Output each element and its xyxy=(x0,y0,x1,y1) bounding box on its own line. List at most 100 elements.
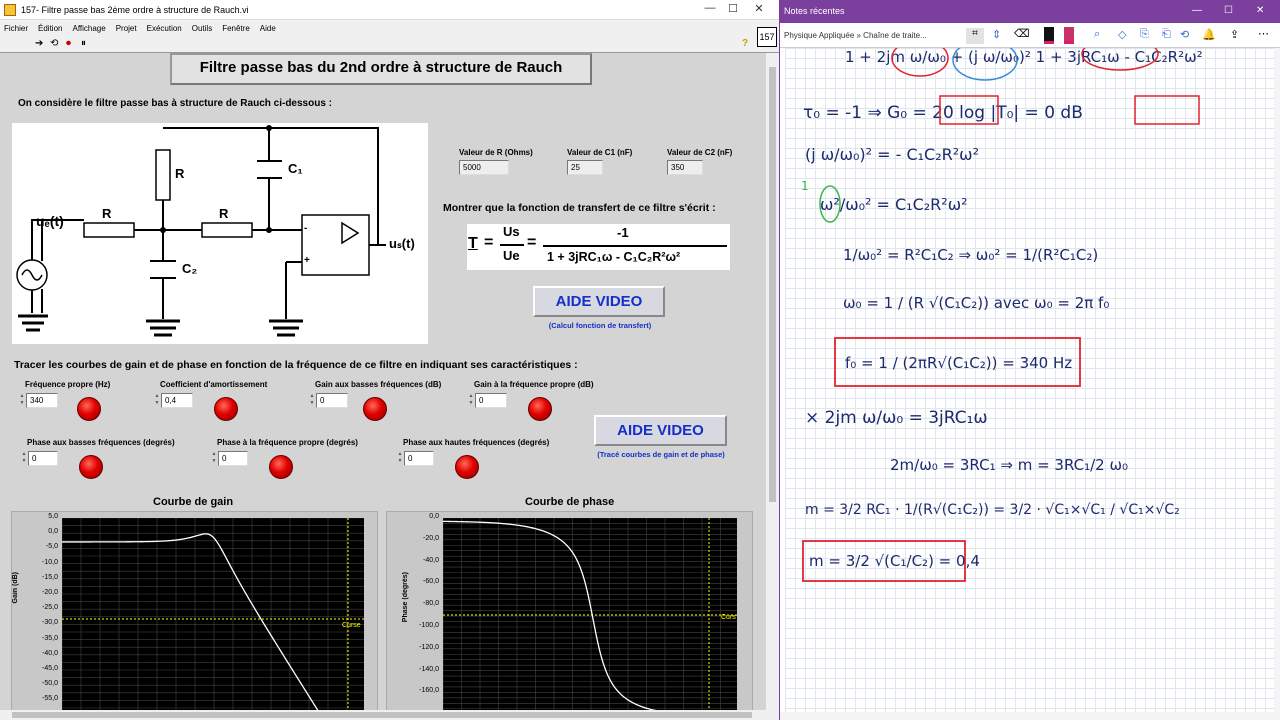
gain-bf-spinner[interactable]: ▲ ▼ xyxy=(309,393,315,408)
coef-amort-led xyxy=(214,397,238,421)
note-line-7: × 2jm ω/ω₀ = 3jRC₁ω xyxy=(805,408,988,428)
onenote-page[interactable]: 1 + 2jm ω/ω₀ + (j ω/ω₀)² 1 + 3jRC₁ω - C₁… xyxy=(785,48,1274,712)
rauch-circuit-diagram: R R R C₁ C₂ uₑ(t) uₛ(t) - + xyxy=(12,123,428,344)
ytick-label: -60,0 xyxy=(423,578,439,586)
ink-to-text-icon[interactable]: ⎘ xyxy=(1140,28,1149,41)
run-arrow-icon[interactable]: ➔ xyxy=(35,39,43,49)
lasso-icon[interactable]: ⌗ xyxy=(966,28,984,44)
shapes-icon[interactable]: ◇ xyxy=(1118,28,1126,41)
abort-icon[interactable]: ⏺ xyxy=(66,39,71,49)
menu-edition[interactable]: Édition xyxy=(38,24,62,33)
ytick-label: -30,0 xyxy=(42,619,58,627)
onenote-minimize-button[interactable]: — xyxy=(1192,5,1202,16)
phase-graph: Phase (degrés) 0,0 -20,0 -40,0 -60,0 -80,0 -1… xyxy=(386,511,753,713)
run-continuously-icon[interactable]: ⟲ xyxy=(50,39,58,49)
maximize-button[interactable]: ☐ xyxy=(723,2,743,15)
ytick-label: 0,0 xyxy=(48,528,58,536)
notification-bell-icon[interactable]: 🔔 xyxy=(1202,28,1216,41)
phase-f0-spinner[interactable]: ▲ ▼ xyxy=(211,451,217,466)
pause-icon[interactable]: ⏸ xyxy=(81,39,86,49)
ytick-label: -50,0 xyxy=(42,680,58,688)
panel-horizontal-scrollbar[interactable] xyxy=(0,710,779,720)
onenote-toolbar: Physique Appliquée » Chaîne de traite...… xyxy=(780,23,1280,48)
onenote-breadcrumb[interactable]: Physique Appliquée » Chaîne de traite... xyxy=(784,31,927,40)
phase-graph-title: Courbe de phase xyxy=(525,496,615,508)
menu-fichier[interactable]: Fichier xyxy=(4,24,28,33)
ink-to-math-icon[interactable]: ⎗ xyxy=(1162,28,1171,41)
menu-execution[interactable]: Exécution xyxy=(147,24,182,33)
phase-bf-input[interactable]: 0 xyxy=(28,451,58,466)
vi-icon xyxy=(4,3,16,16)
note-top-line: 1 + 2jm ω/ω₀ + (j ω/ω₀)² 1 + 3jRC₁ω - C₁… xyxy=(845,48,1203,66)
phase-f0-led xyxy=(269,455,293,479)
more-options-icon[interactable]: ⋯ xyxy=(1258,27,1269,40)
aide-video-button-2[interactable]: AIDE VIDEO xyxy=(594,415,727,446)
gain-f0-input[interactable]: 0 xyxy=(475,393,507,408)
ytick-label: -40,0 xyxy=(423,556,439,564)
coef-amort-spinner[interactable]: ▲ ▼ xyxy=(154,393,160,408)
c2-input[interactable]: 350 xyxy=(667,160,703,175)
ytick-label: 0,0 xyxy=(429,513,439,520)
gain-f0-spinner[interactable]: ▲ ▼ xyxy=(468,393,474,408)
opamp-minus: - xyxy=(304,223,308,234)
label-c1: C₁ xyxy=(288,161,303,176)
phase-hf-input[interactable]: 0 xyxy=(404,451,434,466)
ruler-icon[interactable]: ⌕ xyxy=(1094,28,1100,41)
add-space-icon[interactable]: ⇕ xyxy=(992,28,1001,41)
freq-propre-led xyxy=(77,397,101,421)
labview-menubar: Fichier Édition Affichage Projet Exécuti… xyxy=(0,20,779,36)
aide-video-button-1[interactable]: AIDE VIDEO xyxy=(533,286,665,317)
ytick-label: -80,0 xyxy=(423,600,439,608)
pen-black-icon[interactable] xyxy=(1044,27,1054,44)
onenote-vertical-scrollbar[interactable] xyxy=(1274,48,1280,712)
resistor-r3 xyxy=(155,149,171,201)
vi-number-icon: 157 xyxy=(757,27,777,47)
transfer-function-formula: T = Us Ue = -1 1 + 3jRC₁ω - C₁C₂R²ω² xyxy=(467,224,730,270)
capacitor-c1 xyxy=(257,160,282,179)
menu-affichage[interactable]: Affichage xyxy=(72,24,105,33)
labview-window: 157- Filtre passe bas 2ème ordre à struc… xyxy=(0,0,779,720)
opamp-plus: + xyxy=(304,255,310,266)
onenote-window: Notes récentes — ☐ ✕ Physique Appliquée … xyxy=(779,0,1280,720)
onenote-maximize-button[interactable]: ☐ xyxy=(1224,5,1233,16)
freq-propre-spinner[interactable]: ▲ ▼ xyxy=(19,393,25,408)
menu-aide[interactable]: Aide xyxy=(260,24,276,33)
r-input[interactable]: 5000 xyxy=(459,160,509,175)
panel-title: Filtre passe bas du 2nd ordre à structur… xyxy=(170,53,592,85)
phase-hf-spinner[interactable]: ▲ ▼ xyxy=(397,451,403,466)
c1-input[interactable]: 25 xyxy=(567,160,603,175)
minimize-button[interactable]: — xyxy=(700,2,720,14)
gain-plot-area[interactable]: Curse xyxy=(61,517,364,713)
ytick-label: -45,0 xyxy=(42,665,58,672)
onenote-horizontal-scrollbar[interactable] xyxy=(780,712,1280,720)
gain-ylabel: Gain (dB) xyxy=(12,572,19,604)
help-icon[interactable]: ? xyxy=(742,39,748,49)
label-c2: C₂ xyxy=(182,261,198,276)
check-mark-1: 1 xyxy=(801,179,809,193)
pen-pink-icon[interactable] xyxy=(1064,27,1074,44)
menu-fenetre[interactable]: Fenêtre xyxy=(222,24,250,33)
label-r1: R xyxy=(102,206,112,221)
menu-projet[interactable]: Projet xyxy=(116,24,137,33)
gain-bf-input[interactable]: 0 xyxy=(316,393,348,408)
phase-f0-input[interactable]: 0 xyxy=(218,451,248,466)
close-button[interactable]: ✕ xyxy=(749,2,769,15)
share-icon[interactable]: ⇪ xyxy=(1230,28,1239,41)
op-amp xyxy=(301,214,370,276)
panel-vertical-scrollbar[interactable] xyxy=(766,53,779,710)
phase-plot-area[interactable]: Curs xyxy=(442,517,737,713)
onenote-title: Notes récentes xyxy=(784,6,845,16)
ytick-label: -55,0 xyxy=(42,695,58,703)
formula-eq1: = xyxy=(484,234,494,251)
ground-icon xyxy=(18,314,303,337)
phase-bf-spinner[interactable]: ▲ ▼ xyxy=(21,451,27,466)
onenote-close-button[interactable]: ✕ xyxy=(1256,5,1264,16)
replay-icon[interactable]: ⟲ xyxy=(1180,28,1189,41)
coef-amort-input[interactable]: 0,4 xyxy=(161,393,193,408)
labview-titlebar: 157- Filtre passe bas 2ème ordre à struc… xyxy=(0,0,779,20)
ytick-label: -140,0 xyxy=(419,665,439,673)
menu-outils[interactable]: Outils xyxy=(192,24,212,33)
label-c1-input: Valeur de C1 (nF) xyxy=(567,148,633,157)
eraser-icon[interactable]: ⌫ xyxy=(1014,27,1030,40)
freq-propre-input[interactable]: 340 xyxy=(26,393,58,408)
